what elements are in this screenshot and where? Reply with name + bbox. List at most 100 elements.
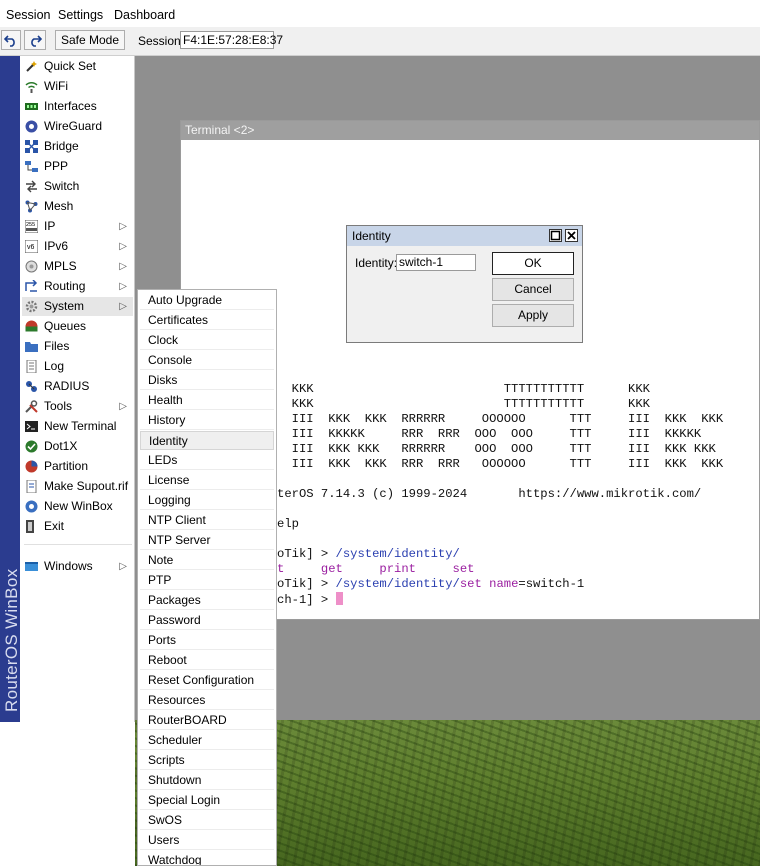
sidebar-item-mesh[interactable]: Mesh: [22, 197, 133, 216]
terminal-banner-line: III KKK KKK RRRRRR OOOOOO TTT III KKK KK…: [277, 412, 724, 426]
winbox-icon: [25, 500, 38, 513]
sidebar-item-switch[interactable]: Switch: [22, 177, 133, 196]
sidebar-item-label: New WinBox: [44, 499, 113, 513]
submenu-item-scheduler[interactable]: Scheduler: [140, 731, 274, 750]
terminal-completions-line: t get print set: [277, 562, 475, 576]
submenu-item-scripts[interactable]: Scripts: [140, 751, 274, 770]
submenu-item-password[interactable]: Password: [140, 611, 274, 630]
submenu-item-special-login[interactable]: Special Login: [140, 791, 274, 810]
terminal-version-line: terOS 7.14.3 (c) 1999-2024 https://www.m…: [277, 487, 702, 501]
submenu-item-ptp[interactable]: PTP: [140, 571, 274, 590]
terminal-input-line[interactable]: ch-1] >: [277, 592, 343, 607]
submenu-item-reset-configuration[interactable]: Reset Configuration: [140, 671, 274, 690]
mesh-icon: [25, 200, 38, 213]
sidebar-item-ip[interactable]: 255 IP ▷: [22, 217, 133, 236]
undo-button[interactable]: [1, 30, 21, 50]
sidebar-item-label: PPP: [44, 159, 69, 173]
submenu-item-routerboard[interactable]: RouterBOARD: [140, 711, 274, 730]
terminal-banner-line: III KKK KKK RRR RRR OOOOOO TTT III KKK K…: [277, 457, 724, 471]
sidebar-item-ipv6[interactable]: v6 IPv6 ▷: [22, 237, 133, 256]
submenu-item-logging[interactable]: Logging: [140, 491, 274, 510]
safe-mode-button[interactable]: Safe Mode: [55, 30, 125, 50]
menu-settings[interactable]: Settings: [58, 8, 103, 22]
radius-icon: [25, 380, 38, 393]
command-text: /system/identity/: [335, 547, 460, 561]
submenu-item-clock[interactable]: Clock: [140, 331, 274, 350]
submenu-item-watchdog[interactable]: Watchdog: [140, 851, 274, 865]
submenu-item-ntp-server[interactable]: NTP Server: [140, 531, 274, 550]
terminal-title[interactable]: Terminal <2>: [181, 121, 759, 140]
ok-button[interactable]: OK: [492, 252, 574, 275]
submenu-item-history[interactable]: History: [140, 411, 274, 430]
terminal-banner-line: KKK TTTTTTTTTTT KKK: [277, 382, 650, 396]
submenu-item-swos[interactable]: SwOS: [140, 811, 274, 830]
submenu-arrow-icon: ▷: [119, 301, 127, 312]
submenu-item-users[interactable]: Users: [140, 831, 274, 850]
submenu-item-auto-upgrade[interactable]: Auto Upgrade: [140, 291, 274, 310]
windows-icon: [25, 560, 38, 573]
submenu-item-license[interactable]: License: [140, 471, 274, 490]
submenu-item-identity[interactable]: Identity: [140, 431, 274, 450]
sidebar-item-log[interactable]: Log: [22, 357, 133, 376]
command-equals: =: [518, 577, 526, 591]
submenu-item-leds[interactable]: LEDs: [140, 451, 274, 470]
submenu-item-disks[interactable]: Disks: [140, 371, 274, 390]
sidebar-item-dot1x[interactable]: Dot1X: [22, 437, 133, 456]
sidebar-item-make-supout[interactable]: Make Supout.rif: [22, 477, 133, 496]
redo-button[interactable]: [24, 30, 46, 50]
dialog-title-bar[interactable]: Identity: [347, 226, 582, 246]
sidebar-item-wifi[interactable]: WiFi: [22, 77, 133, 96]
sidebar-item-partition[interactable]: Partition: [22, 457, 133, 476]
sidebar-item-system[interactable]: System ▷: [22, 297, 133, 316]
sidebar-item-wireguard[interactable]: WireGuard: [22, 117, 133, 136]
sidebar-item-radius[interactable]: RADIUS: [22, 377, 133, 396]
sidebar-item-windows[interactable]: Windows ▷: [22, 557, 133, 576]
sidebar-item-ppp[interactable]: PPP: [22, 157, 133, 176]
mpls-icon: [25, 260, 38, 273]
ppp-icon: [25, 160, 38, 173]
menu-session[interactable]: Session: [6, 8, 50, 22]
terminal-banner-line: III KKKKK RRR RRR OOO OOO TTT III KKKKK: [277, 427, 702, 441]
submenu-item-packages[interactable]: Packages: [140, 591, 274, 610]
sidebar-item-mpls[interactable]: MPLS ▷: [22, 257, 133, 276]
submenu-item-reboot[interactable]: Reboot: [140, 651, 274, 670]
sidebar-item-new-winbox[interactable]: New WinBox: [22, 497, 133, 516]
sidebar-item-interfaces[interactable]: Interfaces: [22, 97, 133, 116]
submenu-item-health[interactable]: Health: [140, 391, 274, 410]
sidebar-item-new-terminal[interactable]: New Terminal: [22, 417, 133, 436]
session-field[interactable]: F4:1E:57:28:E8:37: [180, 31, 283, 49]
sidebar-item-files[interactable]: Files: [22, 337, 133, 356]
identity-input[interactable]: switch-1: [396, 254, 476, 271]
apply-button[interactable]: Apply: [492, 304, 574, 327]
svg-text:v6: v6: [27, 244, 35, 251]
submenu-item-note[interactable]: Note: [140, 551, 274, 570]
sidebar-item-queues[interactable]: Queues: [22, 317, 133, 336]
redo-icon: [31, 35, 42, 47]
sidebar-item-bridge[interactable]: Bridge: [22, 137, 133, 156]
submenu-item-shutdown[interactable]: Shutdown: [140, 771, 274, 790]
sidebar-item-label: IP: [44, 219, 56, 233]
prompt-text: oTik] >: [277, 577, 336, 591]
sidebar-item-tools[interactable]: Tools ▷: [22, 397, 133, 416]
submenu-item-ports[interactable]: Ports: [140, 631, 274, 650]
submenu-item-ntp-client[interactable]: NTP Client: [140, 511, 274, 530]
cancel-button[interactable]: Cancel: [492, 278, 574, 301]
sidebar-item-label: Interfaces: [44, 99, 97, 113]
close-icon[interactable]: [565, 229, 578, 242]
folder-icon: [25, 340, 38, 353]
menu-dashboard[interactable]: Dashboard: [114, 8, 175, 22]
wireguard-icon: [25, 120, 38, 133]
sidebar-item-quick-set[interactable]: Quick Set: [22, 57, 133, 76]
sidebar-item-label: Quick Set: [44, 59, 97, 73]
command-value: switch-1: [525, 577, 585, 591]
queues-icon: [25, 320, 38, 333]
submenu-item-resources[interactable]: Resources: [140, 691, 274, 710]
submenu-item-certificates[interactable]: Certificates: [140, 311, 274, 330]
sidebar-item-routing[interactable]: Routing ▷: [22, 277, 133, 296]
sidebar-item-exit[interactable]: Exit: [22, 517, 133, 536]
maximize-icon[interactable]: [549, 229, 562, 242]
sidebar-item-label: Routing: [44, 279, 86, 293]
submenu-arrow-icon: ▷: [119, 241, 127, 252]
submenu-item-console[interactable]: Console: [140, 351, 274, 370]
system-submenu: Auto Upgrade Certificates Clock Console …: [137, 289, 277, 866]
